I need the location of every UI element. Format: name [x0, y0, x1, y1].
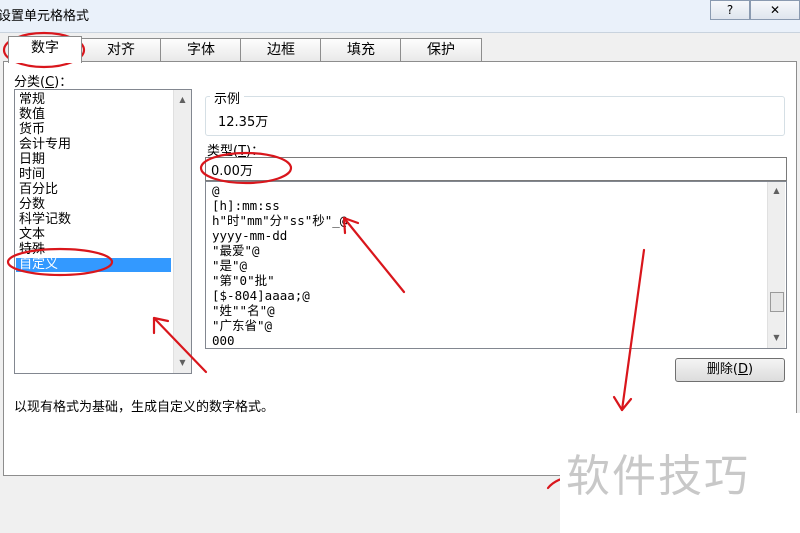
- category-item-number[interactable]: 数值: [19, 108, 45, 122]
- scroll-up-arrow-icon[interactable]: ▲: [174, 92, 191, 108]
- category-scrollbar[interactable]: ▲ ▼: [173, 90, 191, 373]
- category-item-accounting[interactable]: 会计专用: [19, 138, 71, 152]
- format-item[interactable]: "最爱"@: [212, 243, 260, 258]
- category-item-scientific[interactable]: 科学记数: [19, 213, 71, 227]
- category-item-special[interactable]: 特殊: [19, 243, 45, 257]
- category-item-date[interactable]: 日期: [19, 153, 45, 167]
- format-item[interactable]: h"时"mm"分"ss"秒"_@: [212, 213, 347, 228]
- category-item-general[interactable]: 常规: [19, 93, 45, 107]
- format-item[interactable]: @: [212, 183, 220, 198]
- close-button[interactable]: ✕: [750, 0, 800, 20]
- description-text: 以现有格式为基础，生成自定义的数字格式。: [14, 400, 275, 415]
- format-item[interactable]: 000: [212, 333, 235, 348]
- title-bar: 设置单元格格式 ? ✕: [0, 0, 800, 33]
- tab-alignment[interactable]: 对齐: [80, 38, 162, 61]
- sample-legend: 示例: [210, 88, 245, 107]
- tab-protection[interactable]: 保护: [400, 38, 482, 61]
- tab-border[interactable]: 边框: [240, 38, 322, 61]
- window-title: 设置单元格格式: [0, 9, 90, 24]
- category-item-text[interactable]: 文本: [19, 228, 45, 242]
- category-item-fraction[interactable]: 分数: [19, 198, 45, 212]
- format-item[interactable]: "广东省"@: [212, 318, 272, 333]
- format-item[interactable]: [h]:mm:ss: [212, 198, 280, 213]
- format-item[interactable]: yyyy-mm-dd: [212, 228, 287, 243]
- title-buttons: ? ✕: [710, 0, 800, 20]
- format-scroll-thumb[interactable]: [770, 292, 784, 312]
- format-item[interactable]: [$-804]aaaa;@: [212, 288, 310, 303]
- category-item-percentage[interactable]: 百分比: [19, 183, 58, 197]
- scroll-down-arrow-icon[interactable]: ▼: [768, 330, 785, 346]
- scroll-down-arrow-icon[interactable]: ▼: [174, 355, 191, 371]
- category-label: 分类(C)：: [14, 75, 73, 90]
- category-item-currency[interactable]: 货币: [19, 123, 45, 137]
- delete-button[interactable]: 删除(D): [675, 358, 785, 382]
- watermark-text: 软件技巧: [566, 451, 750, 502]
- type-input-value: 0.00万: [211, 164, 253, 179]
- help-button[interactable]: ?: [710, 0, 750, 20]
- tab-number[interactable]: 数字: [8, 36, 82, 63]
- category-item-custom[interactable]: 自定义: [16, 258, 171, 272]
- sample-value: 12.35万: [218, 115, 269, 130]
- category-item-time[interactable]: 时间: [19, 168, 45, 182]
- format-scrollbar[interactable]: ▲ ▼: [767, 182, 785, 348]
- format-list[interactable]: @ [h]:mm:ss h"时"mm"分"ss"秒"_@ yyyy-mm-dd …: [205, 181, 787, 349]
- type-input[interactable]: 0.00万: [205, 157, 787, 181]
- sample-group: [205, 96, 785, 136]
- format-item[interactable]: "第"0"批": [212, 273, 275, 288]
- format-item[interactable]: "是"@: [212, 258, 247, 273]
- tab-fill[interactable]: 填充: [320, 38, 402, 61]
- category-list[interactable]: 常规 数值 货币 会计专用 日期 时间 百分比 分数 科学记数 文本 特殊 自定…: [14, 89, 192, 374]
- format-item[interactable]: "姓""名"@: [212, 303, 275, 318]
- tab-font[interactable]: 字体: [160, 38, 242, 61]
- scroll-up-arrow-icon[interactable]: ▲: [768, 183, 785, 199]
